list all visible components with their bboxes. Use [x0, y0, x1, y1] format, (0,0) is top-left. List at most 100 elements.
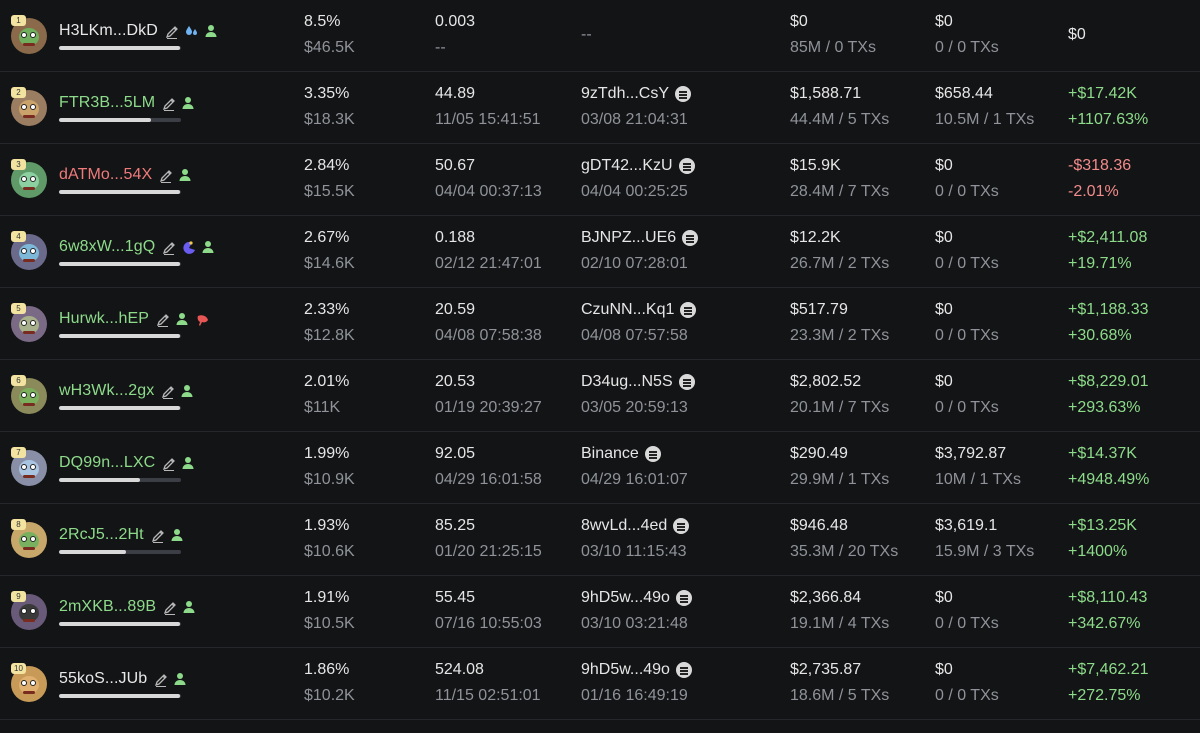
- wallet-address-link[interactable]: Hurwk...hEP: [59, 310, 149, 328]
- table-row[interactable]: 6 wH3Wk...2gx 2.01% $11K 20.53 01/19 20:…: [0, 360, 1200, 432]
- rank-badge: 3: [11, 159, 26, 170]
- sold-amount: $0: [935, 157, 953, 174]
- edit-icon[interactable]: [161, 96, 176, 111]
- edit-icon[interactable]: [150, 528, 164, 543]
- funding-source[interactable]: gDT42...KzU: [581, 157, 695, 175]
- holding-value: $46.5K: [304, 39, 355, 56]
- pnl-amount: +$17.42K: [1068, 85, 1137, 102]
- funding-source[interactable]: D34ug...N5S: [581, 373, 695, 391]
- bought-detail: 28.4M / 7 TXs: [790, 183, 890, 200]
- sold-detail: 0 / 0 TXs: [935, 39, 999, 56]
- wallet-address-link[interactable]: FTR3B...5LM: [59, 94, 155, 112]
- funding-source-label[interactable]: Binance: [581, 445, 639, 463]
- sol-balance: 55.45: [435, 589, 476, 606]
- edit-icon[interactable]: [164, 24, 178, 39]
- funding-source[interactable]: 9zTdh...CsY: [581, 85, 692, 103]
- funding-source-label[interactable]: gDT42...KzU: [581, 157, 673, 175]
- address-cell: wH3Wk...2gx: [59, 382, 194, 400]
- avatar-mouth: [23, 187, 35, 190]
- avatar-eye: [30, 176, 36, 182]
- holding-bar: [59, 406, 181, 410]
- funding-source[interactable]: CzuNN...Kq1: [581, 301, 697, 319]
- holding-bar-fill: [59, 406, 180, 410]
- table-row[interactable]: 10 55koS...JUb 1.86% $10.2K 524.08 11/15…: [0, 648, 1200, 720]
- funding-source[interactable]: 8wvLd...4ed: [581, 517, 690, 535]
- avatar-eye: [21, 176, 27, 182]
- address-cell: 55koS...JUb: [59, 670, 187, 688]
- table-row[interactable]: 7 DQ99n...LXC 1.99% $10.9K 92.05 04/29 1…: [0, 432, 1200, 504]
- funding-source[interactable]: 9hD5w...49o: [581, 589, 692, 607]
- user-icon: [181, 456, 195, 470]
- edit-icon[interactable]: [162, 600, 177, 615]
- wallet-address-link[interactable]: 2mXKB...89B: [59, 598, 156, 616]
- holding-value: $10.6K: [304, 543, 355, 560]
- edit-icon[interactable]: [161, 456, 176, 471]
- user-icon: [204, 24, 218, 38]
- sold-amount: $0: [935, 13, 953, 30]
- funding-source-label[interactable]: 9hD5w...49o: [581, 589, 670, 607]
- edit-icon[interactable]: [158, 168, 173, 183]
- sold-amount: $0: [935, 661, 953, 678]
- holding-bar-fill: [59, 694, 180, 698]
- sol-balance: 44.89: [435, 85, 476, 102]
- pac-icon: [181, 240, 196, 254]
- wallet-address-link[interactable]: 6w8xW...1gQ: [59, 238, 155, 256]
- funding-source-label[interactable]: D34ug...N5S: [581, 373, 673, 391]
- address-cell: FTR3B...5LM: [59, 94, 195, 112]
- table-row[interactable]: 4 6w8xW...1gQ 2.67% $14.6K 0.188 02/12 2…: [0, 216, 1200, 288]
- table-row[interactable]: 1 H3LKm...DkD 8.5% $46.5K 0.003 -- -- $0…: [0, 0, 1200, 72]
- holding-percent: 3.35%: [304, 85, 350, 102]
- bought-detail: 44.4M / 5 TXs: [790, 111, 890, 128]
- edit-icon[interactable]: [160, 384, 175, 399]
- wallet-address-link[interactable]: dATMo...54X: [59, 166, 152, 184]
- sold-detail: 0 / 0 TXs: [935, 399, 999, 416]
- wallet-address-link[interactable]: 55koS...JUb: [59, 670, 147, 688]
- avatar-eye: [30, 536, 36, 542]
- wallet-address-link[interactable]: wH3Wk...2gx: [59, 382, 154, 400]
- holding-value: $15.5K: [304, 183, 355, 200]
- funding-source-label[interactable]: 9hD5w...49o: [581, 661, 670, 679]
- edit-icon[interactable]: [155, 312, 169, 327]
- holding-bar-fill: [59, 190, 180, 194]
- avatar-mouth: [23, 619, 35, 622]
- avatar-eye: [30, 392, 36, 398]
- sol-balance: 0.188: [435, 229, 476, 246]
- funding-source-label[interactable]: 8wvLd...4ed: [581, 517, 667, 535]
- balance-time: 02/12 21:47:01: [435, 255, 542, 272]
- table-row[interactable]: 3 dATMo...54X 2.84% $15.5K 50.67 04/04 0…: [0, 144, 1200, 216]
- pnl-amount: $0: [1068, 26, 1086, 43]
- exchange-icon: [675, 590, 692, 606]
- edit-icon[interactable]: [161, 240, 176, 255]
- bought-amount: $290.49: [790, 445, 848, 462]
- holding-bar-fill: [59, 46, 180, 50]
- user-icon: [181, 96, 195, 110]
- funding-source[interactable]: 9hD5w...49o: [581, 661, 692, 679]
- sold-amount: $3,792.87: [935, 445, 1007, 462]
- balance-time: 01/19 20:39:27: [435, 399, 542, 416]
- funding-source[interactable]: BJNPZ...UE6: [581, 229, 699, 247]
- table-row[interactable]: 2 FTR3B...5LM 3.35% $18.3K 44.89 11/05 1…: [0, 72, 1200, 144]
- rank-badge: 4: [11, 231, 26, 242]
- wallet-address-link[interactable]: 2RcJ5...2Ht: [59, 526, 144, 544]
- bought-detail: 19.1M / 4 TXs: [790, 615, 890, 632]
- table-row[interactable]: 5 Hurwk...hEP 2.33% $12.8K 20.59 04/08 0…: [0, 288, 1200, 360]
- funding-source[interactable]: Binance: [581, 445, 661, 463]
- table-row[interactable]: 8 2RcJ5...2Ht 1.93% $10.6K 85.25 01/20 2…: [0, 504, 1200, 576]
- avatar-mouth: [23, 43, 35, 46]
- rank-badge: 2: [11, 87, 26, 98]
- edit-icon[interactable]: [153, 672, 168, 687]
- holding-percent: 1.99%: [304, 445, 350, 462]
- wallet-address-link[interactable]: H3LKm...DkD: [59, 22, 158, 40]
- exchange-icon: [678, 374, 695, 390]
- funding-source-label[interactable]: 9zTdh...CsY: [581, 85, 669, 103]
- avatar-eye: [21, 608, 27, 614]
- avatar-mouth: [23, 403, 35, 406]
- funding-time: 03/05 20:59:13: [581, 399, 688, 416]
- wallet-address-link[interactable]: DQ99n...LXC: [59, 454, 155, 472]
- pnl-amount: +$2,411.08: [1068, 229, 1148, 246]
- funding-source-label[interactable]: BJNPZ...UE6: [581, 229, 676, 247]
- funding-source-label[interactable]: CzuNN...Kq1: [581, 301, 674, 319]
- pnl-amount: +$7,462.21: [1068, 661, 1149, 678]
- avatar-eye: [30, 680, 36, 686]
- table-row[interactable]: 9 2mXKB...89B 1.91% $10.5K 55.45 07/16 1…: [0, 576, 1200, 648]
